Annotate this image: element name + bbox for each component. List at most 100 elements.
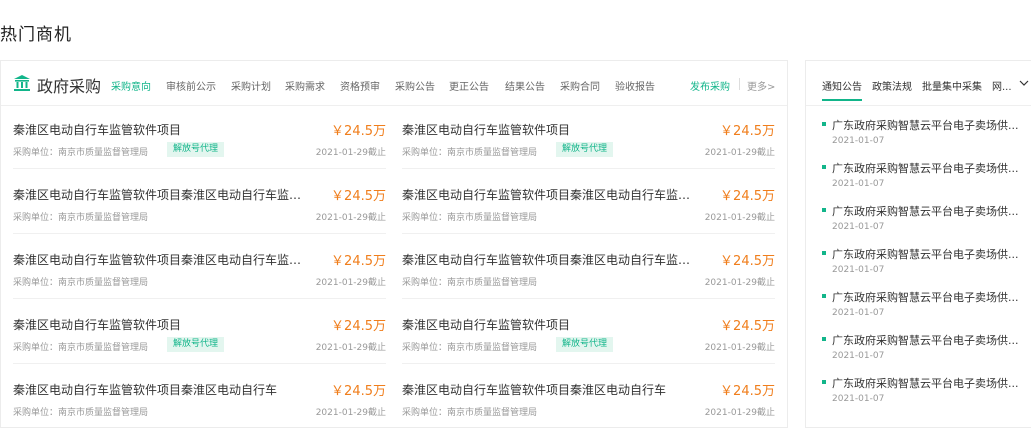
opportunity-title[interactable]: 秦淮区电动自行车监管软件项目秦淮区电动自行车	[402, 381, 666, 398]
notice-title[interactable]: 广东政府采购智慧云平台电子卖场供...	[832, 160, 1019, 176]
opportunity-price: ￥24.5万	[331, 189, 386, 204]
agent-badge: 解放号代理	[556, 337, 614, 352]
notice-title[interactable]: 广东政府采购智慧云平台电子卖场供...	[832, 117, 1019, 133]
row-divider	[13, 168, 386, 169]
opportunity-title[interactable]: 秦淮区电动自行车监管软件项目	[13, 121, 181, 138]
notice-date: 2021-01-07	[832, 222, 885, 232]
deadline-date: 2021-01-29截止	[315, 213, 386, 223]
purchaser-unit: 采购单位：南京市质量监督管理局	[13, 408, 149, 418]
panel-title: 政府采购	[37, 77, 102, 96]
purchaser-unit: 采购单位：南京市质量监督管理局	[13, 213, 149, 223]
tab-10[interactable]: 验收报告	[615, 78, 655, 93]
opportunity-price: ￥24.5万	[720, 254, 775, 269]
more-link[interactable]: 更多>	[747, 78, 775, 93]
deadline-date: 2021-01-29截止	[315, 148, 386, 158]
opportunity-title[interactable]: 秦淮区电动自行车监管软件项目秦淮区电动自行车	[13, 381, 277, 398]
row-divider	[402, 233, 775, 234]
notice-title[interactable]: 广东政府采购智慧云平台电子卖场供...	[832, 289, 1019, 305]
tab-1[interactable]: 采购意向	[111, 78, 151, 93]
procurement-panel: 政府采购 采购意向 审核前公示 采购计划 采购需求 资格预审 采购公告 更正公告 结果公告 采购…	[0, 60, 788, 428]
notice-panel: 通知公告 政策法规 批量集中采集 网... 广东政府采购智慧云平台电子卖场供... 20…	[805, 60, 1031, 428]
tab-3[interactable]: 采购计划	[231, 78, 271, 93]
opportunity-title[interactable]: 秦淮区电动自行车监管软件项目秦淮区电动自行车监管软...	[402, 251, 700, 268]
notice-tab-4[interactable]: 网...	[992, 78, 1012, 93]
row-divider	[13, 298, 386, 299]
deadline-date: 2021-01-29截止	[704, 278, 775, 288]
purchaser-unit: 采购单位：南京市质量监督管理局	[402, 148, 538, 158]
tab-2[interactable]: 审核前公示	[166, 78, 216, 93]
agent-badge: 解放号代理	[167, 142, 225, 157]
row-divider	[402, 168, 775, 169]
notice-date: 2021-01-07	[832, 136, 885, 146]
notice-title[interactable]: 广东政府采购智慧云平台电子卖场供...	[832, 332, 1019, 348]
notice-date: 2021-01-07	[832, 351, 885, 361]
panel-header: 政府采购 采购意向 审核前公示 采购计划 采购需求 资格预审 采购公告 更正公告 结果公告 采购…	[1, 61, 787, 106]
opportunity-price: ￥24.5万	[720, 189, 775, 204]
bullet	[822, 337, 826, 341]
tab-7[interactable]: 更正公告	[449, 78, 489, 93]
bullet	[822, 165, 826, 169]
page-title: 热门商机	[0, 25, 72, 45]
opportunity-title[interactable]: 秦淮区电动自行车监管软件项目秦淮区电动自行车监管软...	[13, 251, 311, 268]
opportunity-price: ￥24.5万	[720, 124, 775, 139]
opportunity-item[interactable]: 秦淮区电动自行车监管软件项目秦淮区电动自行车 ￥24.5万采购单位：南京市质量监督…	[13, 381, 386, 436]
notice-tab-1[interactable]: 通知公告	[822, 78, 862, 101]
purchaser-unit: 采购单位：南京市质量监督管理局	[402, 213, 538, 223]
government-building-icon	[14, 75, 30, 91]
notice-title[interactable]: 广东政府采购智慧云平台电子卖场供...	[832, 203, 1019, 219]
tab-9[interactable]: 采购合同	[560, 78, 600, 93]
chevron-down-icon[interactable]	[1019, 78, 1029, 88]
deadline-date: 2021-01-29截止	[704, 408, 775, 418]
purchaser-unit: 采购单位：南京市质量监督管理局	[13, 278, 149, 288]
divider	[739, 78, 740, 90]
purchaser-unit: 采购单位：南京市质量监督管理局	[13, 148, 149, 158]
tab-4[interactable]: 采购需求	[285, 78, 325, 93]
publish-procurement-link[interactable]: 发布采购	[690, 78, 730, 93]
bullet	[822, 122, 826, 126]
notice-date: 2021-01-07	[832, 179, 885, 189]
row-divider	[13, 233, 386, 234]
notice-title[interactable]: 广东政府采购智慧云平台电子卖场供...	[832, 375, 1019, 391]
opportunity-title[interactable]: 秦淮区电动自行车监管软件项目	[402, 121, 570, 138]
bullet	[822, 294, 826, 298]
tab-5[interactable]: 资格预审	[340, 78, 380, 93]
agent-badge: 解放号代理	[167, 337, 225, 352]
row-divider	[402, 298, 775, 299]
deadline-date: 2021-01-29截止	[315, 408, 386, 418]
opportunity-title[interactable]: 秦淮区电动自行车监管软件项目秦淮区电动自行车监管软...	[13, 186, 311, 203]
opportunity-price: ￥24.5万	[331, 124, 386, 139]
opportunity-price: ￥24.5万	[720, 384, 775, 399]
notice-date: 2021-01-07	[832, 308, 885, 318]
notice-title[interactable]: 广东政府采购智慧云平台电子卖场供...	[832, 246, 1019, 262]
opportunity-price: ￥24.5万	[720, 319, 775, 334]
bullet	[822, 251, 826, 255]
purchaser-unit: 采购单位：南京市质量监督管理局	[402, 408, 538, 418]
purchaser-unit: 采购单位：南京市质量监督管理局	[13, 343, 149, 353]
bullet	[822, 208, 826, 212]
deadline-date: 2021-01-29截止	[315, 343, 386, 353]
opportunity-price: ￥24.5万	[331, 254, 386, 269]
row-divider	[13, 363, 386, 364]
opportunity-title[interactable]: 秦淮区电动自行车监管软件项目	[402, 316, 570, 333]
notice-date: 2021-01-07	[832, 265, 885, 275]
opportunity-title[interactable]: 秦淮区电动自行车监管软件项目秦淮区电动自行车监管软...	[402, 186, 700, 203]
opportunity-price: ￥24.5万	[331, 319, 386, 334]
deadline-date: 2021-01-29截止	[704, 148, 775, 158]
opportunity-item[interactable]: 秦淮区电动自行车监管软件项目秦淮区电动自行车 ￥24.5万采购单位：南京市质量监督…	[402, 381, 775, 436]
notice-tab-2[interactable]: 政策法规	[872, 78, 912, 93]
purchaser-unit: 采购单位：南京市质量监督管理局	[402, 343, 538, 353]
row-divider	[402, 363, 775, 364]
purchaser-unit: 采购单位：南京市质量监督管理局	[402, 278, 538, 288]
opportunity-price: ￥24.5万	[331, 384, 386, 399]
notice-date: 2021-01-07	[832, 394, 885, 404]
agent-badge: 解放号代理	[556, 142, 614, 157]
opportunity-title[interactable]: 秦淮区电动自行车监管软件项目	[13, 316, 181, 333]
deadline-date: 2021-01-29截止	[704, 343, 775, 353]
bullet	[822, 380, 826, 384]
deadline-date: 2021-01-29截止	[704, 213, 775, 223]
notice-tab-3[interactable]: 批量集中采集	[922, 78, 982, 93]
tab-8[interactable]: 结果公告	[505, 78, 545, 93]
deadline-date: 2021-01-29截止	[315, 278, 386, 288]
notice-tabs: 通知公告 政策法规 批量集中采集 网...	[806, 61, 1031, 106]
tab-6[interactable]: 采购公告	[395, 78, 435, 93]
